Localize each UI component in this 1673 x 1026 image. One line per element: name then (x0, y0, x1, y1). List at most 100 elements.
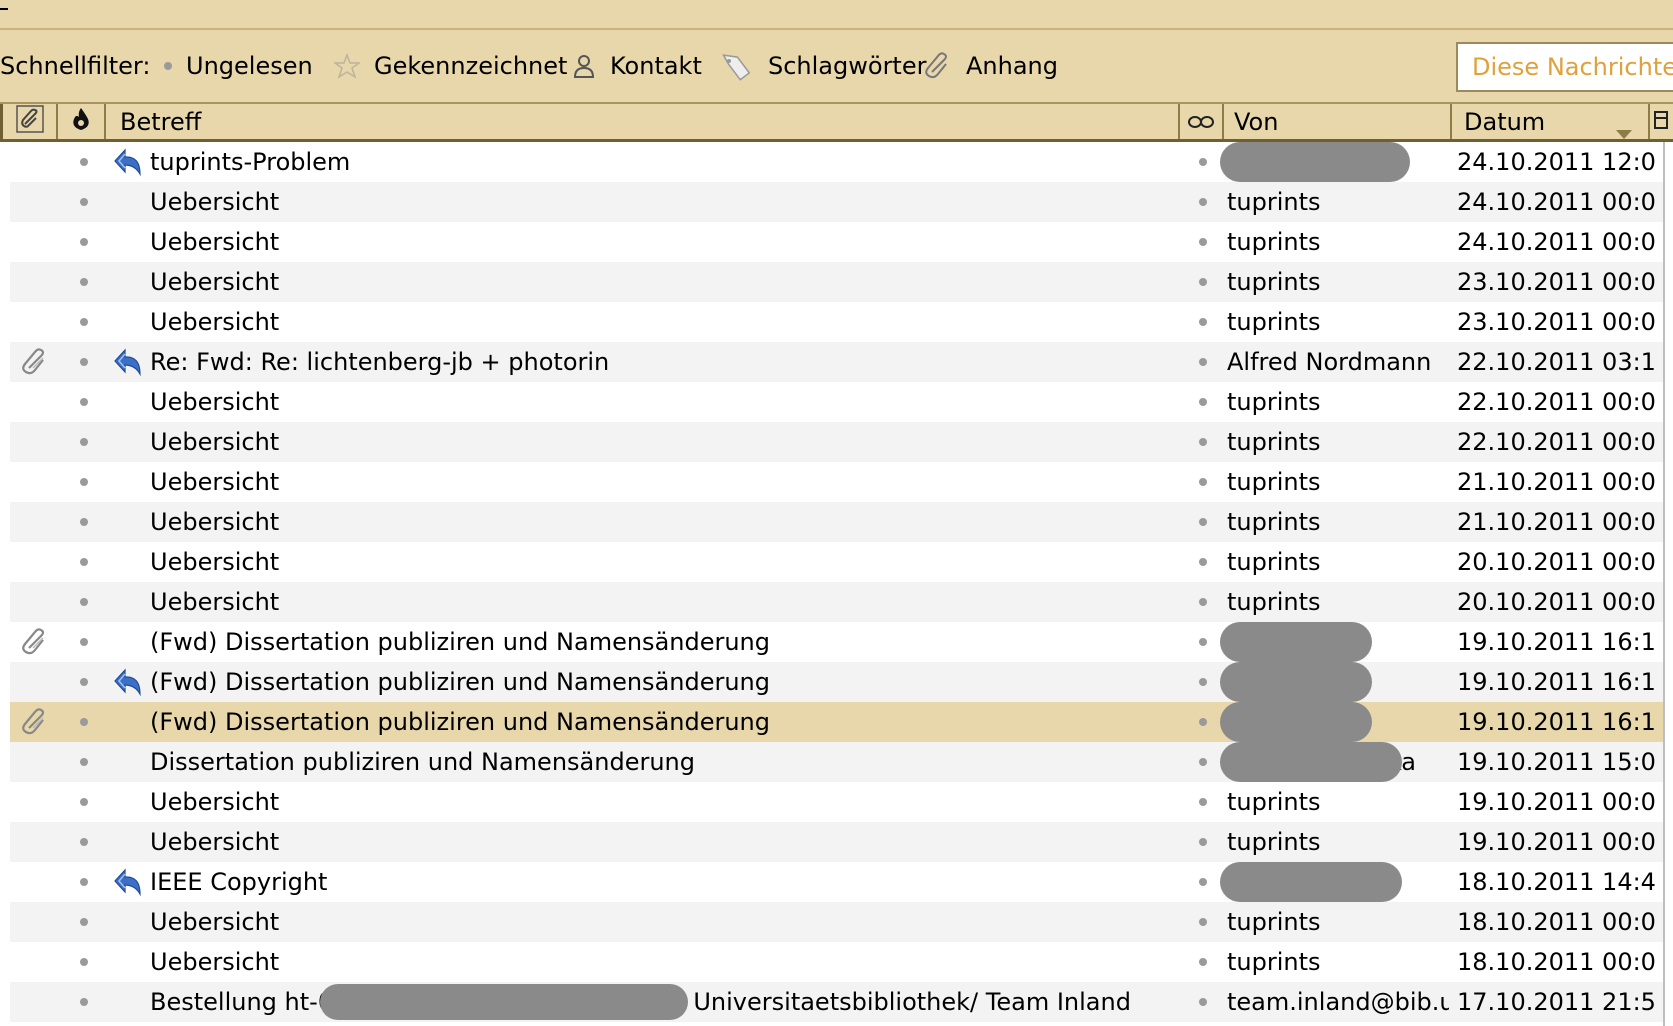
message-row[interactable]: Uebersicht tuprints 21.10.2011 00:02 (0, 502, 1673, 542)
thread-dot-icon (1196, 782, 1210, 822)
read-status-dot-icon[interactable] (74, 262, 94, 302)
status-cell (112, 542, 144, 582)
read-status-dot-icon[interactable] (74, 982, 94, 1022)
message-date: 23.10.2011 00:02 (1457, 308, 1657, 336)
message-row[interactable]: Uebersicht tuprints 21.10.2011 00:02 (0, 462, 1673, 502)
read-status-dot-icon[interactable] (74, 822, 94, 862)
message-row[interactable]: Uebersicht tuprints 20.10.2011 00:02 (0, 542, 1673, 582)
attachment-icon (18, 702, 52, 742)
message-search-input[interactable]: Diese Nachrichten (1456, 42, 1673, 92)
subject-text: Bestellung ht-00 (150, 988, 349, 1016)
filter-contact-button[interactable]: Kontakt (572, 30, 702, 102)
message-row[interactable]: Uebersicht tuprints 23.10.2011 00:02 (0, 302, 1673, 342)
column-attachment-header[interactable] (0, 104, 58, 139)
message-row[interactable]: Uebersicht tuprints 24.10.2011 00:02 (0, 182, 1673, 222)
message-row[interactable]: Uebersicht tuprints 22.10.2011 00:02 (0, 422, 1673, 462)
message-row[interactable]: Uebersicht tuprints 24.10.2011 00:02 (0, 222, 1673, 262)
message-row[interactable]: Uebersicht tuprints 23.10.2011 00:02 (0, 262, 1673, 302)
window-edge-mark (0, 8, 8, 10)
read-status-dot-icon[interactable] (74, 862, 94, 902)
message-row[interactable]: Uebersicht tuprints 19.10.2011 00:02 (0, 782, 1673, 822)
attachment-cell (18, 542, 52, 582)
quick-filter-bar: Schnellfilter: Ungelesen Gekennzeichnet … (0, 30, 1673, 102)
read-status-dot-icon[interactable] (74, 222, 94, 262)
column-thread-header[interactable] (1180, 104, 1224, 139)
read-status-dot-icon[interactable] (74, 462, 94, 502)
filter-unread-button[interactable]: Ungelesen (164, 30, 313, 102)
thread-dot-icon (1196, 662, 1210, 702)
status-cell (112, 902, 144, 942)
read-status-dot-icon[interactable] (74, 782, 94, 822)
message-date: 24.10.2011 00:02 (1457, 228, 1657, 256)
read-status-dot-icon[interactable] (74, 942, 94, 982)
read-status-dot-icon[interactable] (74, 902, 94, 942)
message-row[interactable]: (Fwd) Dissertation publiziren und Namens… (0, 662, 1673, 702)
message-date: 20.10.2011 00:02 (1457, 548, 1657, 576)
read-status-dot-icon[interactable] (74, 582, 94, 622)
message-row[interactable]: tuprints-Problem 24.10.2011 12:07 (0, 142, 1673, 182)
paperclip-icon (924, 52, 952, 80)
message-row[interactable]: Dissertation publiziren und Namensänderu… (0, 742, 1673, 782)
column-date-header[interactable]: Datum (1452, 104, 1650, 139)
read-status-dot-icon[interactable] (74, 142, 94, 182)
message-row[interactable]: (Fwd) Dissertation publiziren und Namens… (0, 702, 1673, 742)
thread-dot-icon (1196, 302, 1210, 342)
thread-dot-icon (1196, 182, 1210, 222)
read-status-dot-icon[interactable] (74, 302, 94, 342)
thread-dot-icon (1196, 382, 1210, 422)
attachment-cell (18, 302, 52, 342)
column-picker-button[interactable] (1650, 104, 1673, 139)
filter-flagged-button[interactable]: Gekennzeichnet (334, 30, 567, 102)
message-row[interactable]: Uebersicht tuprints 18.10.2011 00:02 (0, 902, 1673, 942)
message-list-scrollbar[interactable] (1663, 142, 1673, 1026)
message-row[interactable]: Bestellung ht-00 Universitaetsbibliothek/… (0, 982, 1673, 1022)
message-subject: Dissertation publiziren und Namensänderu… (150, 748, 695, 776)
status-cell (112, 782, 144, 822)
subject-tail-text: Universitaetsbibliothek/ Team Inland (693, 988, 1131, 1016)
paperclip-icon (15, 104, 44, 139)
message-subject: Uebersicht (150, 188, 280, 216)
attachment-cell (18, 502, 52, 542)
message-date: 23.10.2011 00:02 (1457, 268, 1657, 296)
attachment-cell (18, 822, 52, 862)
message-subject: Uebersicht (150, 508, 280, 536)
message-subject: (Fwd) Dissertation publiziren und Namens… (150, 628, 771, 656)
message-from: tuprints (1227, 468, 1321, 496)
message-row[interactable]: Re: Fwd: Re: lichtenberg-jb + photorin Al… (0, 342, 1673, 382)
message-date: 22.10.2011 00:02 (1457, 388, 1657, 416)
read-status-dot-icon[interactable] (74, 542, 94, 582)
status-cell (112, 182, 144, 222)
tag-icon (718, 51, 754, 81)
thread-dot-icon (1196, 822, 1210, 862)
read-status-dot-icon[interactable] (74, 742, 94, 782)
read-status-dot-icon[interactable] (74, 502, 94, 542)
thread-dot-icon (1196, 982, 1210, 1022)
message-row[interactable]: Uebersicht tuprints 18.10.2011 00:02 (0, 942, 1673, 982)
read-status-dot-icon[interactable] (74, 702, 94, 742)
filter-attachment-button[interactable]: Anhang (924, 30, 1058, 102)
message-row[interactable]: (Fwd) Dissertation publiziren und Namens… (0, 622, 1673, 662)
read-status-dot-icon[interactable] (74, 622, 94, 662)
thread-dot-icon (1196, 742, 1210, 782)
column-subject-header[interactable]: Betreff (106, 104, 1180, 139)
message-date: 24.10.2011 00:02 (1457, 188, 1657, 216)
unread-dot-icon (164, 62, 172, 70)
column-junk-status-header[interactable] (58, 104, 106, 139)
filter-tags-button[interactable]: Schlagwörter (718, 30, 926, 102)
message-row[interactable]: IEEE Copyright 18.10.2011 14:42 (0, 862, 1673, 902)
read-status-dot-icon[interactable] (74, 662, 94, 702)
thread-dot-icon (1196, 702, 1210, 742)
message-row[interactable]: Uebersicht tuprints 22.10.2011 00:02 (0, 382, 1673, 422)
attachment-cell (18, 142, 52, 182)
read-status-dot-icon[interactable] (74, 422, 94, 462)
message-row[interactable]: Uebersicht tuprints 20.10.2011 00:02 (0, 582, 1673, 622)
status-cell (112, 702, 144, 742)
read-status-dot-icon[interactable] (74, 382, 94, 422)
filter-unread-label: Ungelesen (186, 52, 313, 80)
status-cell (112, 742, 144, 782)
read-status-dot-icon[interactable] (74, 342, 94, 382)
attachment-cell (18, 902, 52, 942)
read-status-dot-icon[interactable] (74, 182, 94, 222)
message-row[interactable]: Uebersicht tuprints 19.10.2011 00:02 (0, 822, 1673, 862)
column-from-header[interactable]: Von (1224, 104, 1452, 139)
